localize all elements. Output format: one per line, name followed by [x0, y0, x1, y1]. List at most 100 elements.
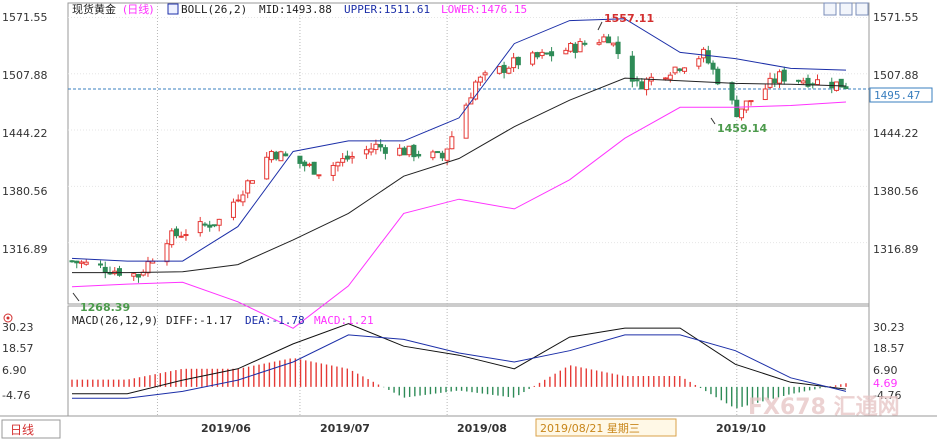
x-tick-label: 2019/08: [457, 422, 507, 435]
candle-up: [577, 40, 583, 53]
candle-down: [639, 81, 645, 90]
candle-down: [344, 155, 350, 160]
candle-up: [169, 230, 175, 246]
candle-up: [777, 71, 783, 84]
candle-up: [197, 221, 203, 234]
chart-toolbar: [823, 2, 869, 16]
macd-tick-right: 30.23: [873, 321, 905, 334]
candle-up: [145, 261, 151, 274]
gold-daily-chart: 1571.55 1507.88 1444.22 1380.56 1316.89 …: [0, 2, 937, 439]
price-tick-left: 1444.22: [2, 127, 48, 140]
boll-lower-line: [71, 101, 847, 329]
macd-current-label: 4.69: [873, 377, 898, 390]
candle-up: [743, 100, 749, 111]
candle-down: [772, 78, 778, 84]
candle-up: [477, 76, 483, 83]
macd-histogram: [71, 358, 847, 409]
candle-up: [178, 235, 184, 238]
boll-lower-value: LOWER:1476.15: [441, 3, 527, 16]
candle-up: [183, 234, 189, 237]
price-tick-right: 1444.22: [873, 127, 919, 140]
macd-tick-right: 18.57: [873, 342, 905, 355]
candle-down: [634, 79, 640, 82]
x-tick-label: 2019/07: [320, 422, 370, 435]
macd-dea-line: [72, 334, 847, 399]
candle-up: [78, 261, 84, 264]
candle-down: [378, 144, 384, 148]
candle-down: [135, 273, 141, 278]
candle-down: [796, 79, 802, 82]
boll-mid-value: MID:1493.88: [259, 3, 332, 16]
candle-down: [302, 161, 308, 167]
candle-up: [596, 42, 602, 45]
indicator-toggle-icon[interactable]: [167, 3, 179, 15]
high-annotation: 1557.11: [604, 12, 654, 25]
price-axis: 1571.55 1507.88 1444.22 1380.56 1316.89 …: [2, 11, 919, 256]
candle-down: [401, 147, 407, 156]
candle-up: [373, 143, 379, 151]
price-tick-right: 1380.56: [873, 185, 919, 198]
macd-tick-left: 18.57: [2, 342, 34, 355]
candle-up: [278, 151, 284, 162]
candle-down: [211, 224, 217, 227]
candle-up: [335, 161, 341, 167]
candle-up: [568, 43, 574, 52]
macd-tick-right: 6.90: [873, 364, 898, 377]
candle-down: [606, 36, 612, 44]
low-start-pointer: [72, 292, 80, 302]
cursor-date-label: 2019/08/21 星期三: [540, 422, 640, 435]
candle-down: [97, 263, 103, 266]
macd-indicator-label: MACD(26,12,9): [72, 314, 158, 327]
price-tick-right: 1316.89: [873, 243, 919, 256]
price-tick-left: 1380.56: [2, 185, 48, 198]
candle-up: [449, 136, 455, 150]
candle-up: [235, 199, 241, 202]
candle-up: [230, 201, 236, 218]
candle-down: [416, 153, 422, 157]
candle-up: [748, 100, 754, 103]
candle-up: [506, 67, 512, 74]
candle-up: [131, 273, 137, 277]
macd-tick-left: 30.23: [2, 321, 34, 334]
price-tick-right: 1571.55: [873, 11, 919, 24]
zoom-in-button[interactable]: [823, 2, 837, 16]
candle-down: [572, 43, 578, 53]
candle-up: [363, 149, 369, 155]
candle-up: [264, 156, 270, 180]
macd-tick-left: 6.90: [2, 364, 27, 377]
candle-down: [534, 52, 540, 58]
candle-up: [610, 42, 616, 46]
candle-down: [69, 260, 75, 263]
close-panel-button[interactable]: [855, 2, 869, 16]
candle-up: [767, 77, 773, 88]
candle-down: [116, 268, 122, 276]
price-tick-right: 1507.88: [873, 69, 919, 82]
candle-down: [715, 68, 721, 85]
candle-down: [729, 82, 735, 101]
candle-down: [411, 144, 417, 158]
macd-diff-value: DIFF:-1.17: [166, 314, 232, 327]
candle-down: [273, 151, 279, 160]
instrument-title: 现货黄金: [72, 2, 116, 16]
boll-upper-value: UPPER:1511.61: [344, 3, 430, 16]
candle-down: [439, 152, 445, 159]
zoom-out-button[interactable]: [839, 2, 853, 16]
candle-down: [677, 68, 683, 71]
candle-up: [496, 66, 502, 74]
candle-up: [482, 72, 488, 76]
candle-up: [216, 218, 222, 226]
macd-axis: 30.23 18.57 6.90 -4.76 30.23 18.57 6.90 …: [2, 321, 905, 402]
candle-up: [406, 145, 412, 156]
candle-down: [734, 99, 740, 118]
candle-down: [582, 42, 588, 45]
candle-up: [696, 58, 702, 67]
candle-up: [762, 88, 768, 101]
candle-up: [682, 67, 688, 72]
candle-down: [710, 62, 716, 70]
boll-indicator-label: BOLL(26,2): [181, 3, 247, 16]
candle-up: [397, 147, 403, 156]
candle-up: [164, 243, 170, 263]
x-tick-label: 2019/10: [716, 422, 766, 435]
macd-diff-line: [72, 323, 847, 395]
candle-up: [349, 156, 355, 159]
